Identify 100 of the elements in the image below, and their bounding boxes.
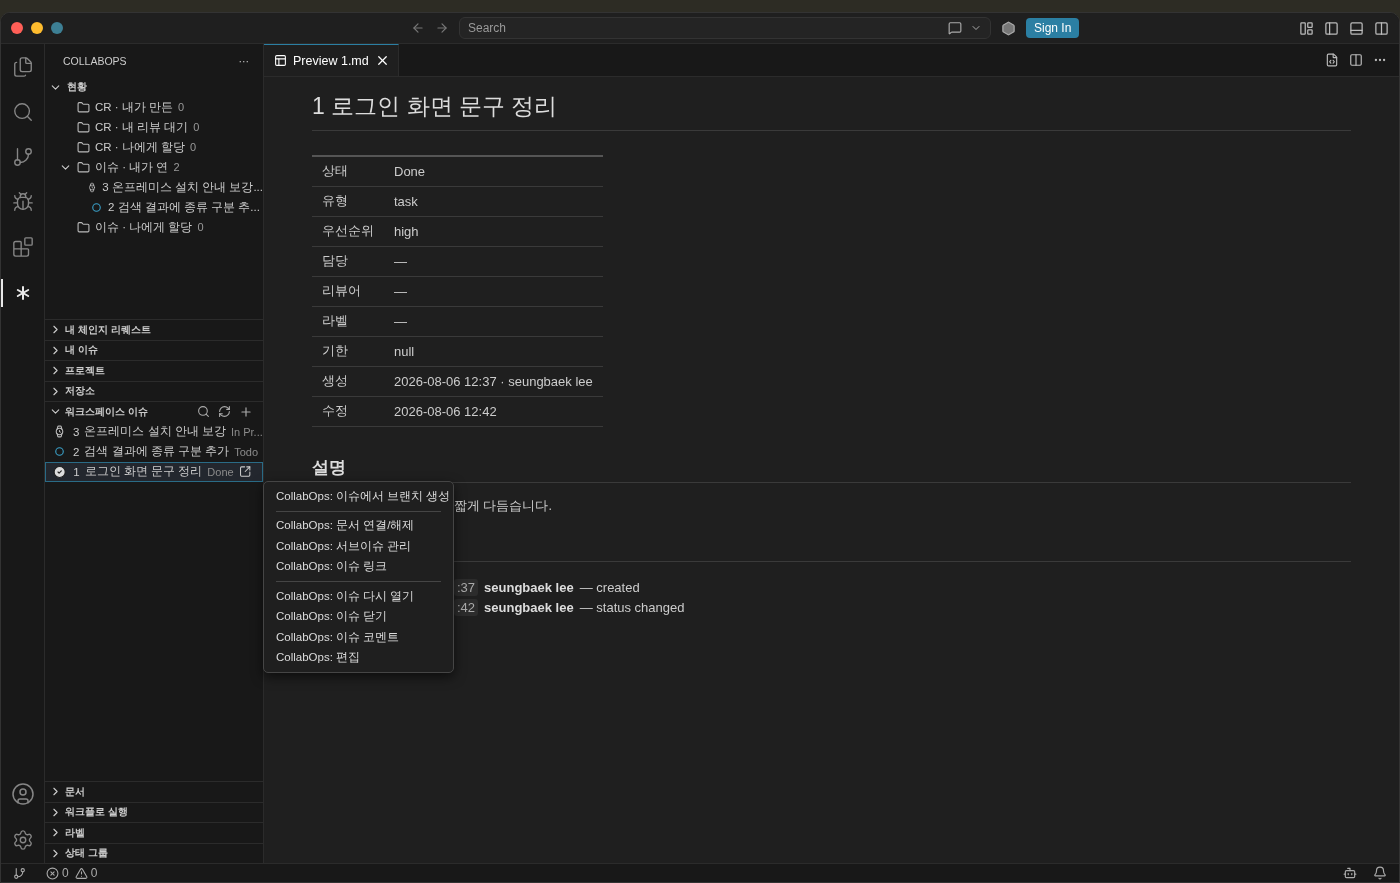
property-label: 우선순위: [312, 216, 384, 246]
folder-icon: [77, 160, 90, 174]
tree-item-label[interactable]: 현황: [67, 80, 87, 94]
tree-item-label[interactable]: CR · 내 리뷰 대기: [95, 119, 189, 135]
bell-icon[interactable]: [1373, 866, 1388, 880]
item-count: 0: [197, 221, 204, 233]
source-icon[interactable]: [1325, 53, 1339, 67]
check-circle-icon: [53, 464, 67, 479]
panel-bottom-icon[interactable]: [1349, 20, 1364, 36]
circle-icon: [55, 447, 64, 456]
tree-item-label[interactable]: 2 검색 결과에 종류 구분 추...: [108, 199, 260, 215]
item-count: 0: [193, 121, 200, 133]
tree-item-label[interactable]: 이슈 · 내가 연: [95, 159, 169, 175]
menu-item[interactable]: CollabOps: 편집: [264, 647, 453, 668]
extensions-icon[interactable]: [11, 236, 34, 258]
circle-icon: [92, 202, 101, 212]
property-value: 2026-08-06 12:37 · seungbaek lee: [384, 366, 603, 396]
back-icon[interactable]: [411, 21, 425, 35]
close-dot[interactable]: [11, 22, 23, 34]
folder-icon: [77, 220, 90, 234]
layout-icon[interactable]: [1299, 20, 1314, 36]
panel-right-icon[interactable]: [1374, 20, 1389, 36]
forward-icon[interactable]: [435, 21, 449, 35]
property-value: 2026-08-06 12:42: [384, 396, 603, 426]
error-count: 0: [62, 866, 69, 880]
description-text: 짧게 다듬습니다.: [454, 497, 553, 515]
issue-row[interactable]: 1 로그인 화면 문구 정리 Done: [45, 461, 263, 482]
tree-item-label[interactable]: CR · 내가 만든: [95, 99, 174, 115]
search-icon[interactable]: [11, 101, 34, 123]
property-value: Done: [384, 156, 603, 186]
section-header[interactable]: 저장소: [45, 380, 263, 401]
warning-count: 0: [90, 866, 98, 880]
menu-item[interactable]: CollabOps: 이슈에서 브랜치 생성: [264, 486, 453, 507]
search-field[interactable]: Search: [459, 17, 991, 39]
add-icon[interactable]: [239, 404, 253, 419]
property-value: high: [384, 216, 603, 246]
split-icon[interactable]: [1349, 53, 1363, 67]
property-label: 리뷰어: [312, 276, 384, 306]
property-label: 수정: [312, 396, 384, 426]
section-header[interactable]: 워크스페이스 이슈: [45, 401, 263, 422]
chat-icon[interactable]: [948, 21, 962, 35]
issue-row[interactable]: 2 검색 결과에 종류 구분 추가 Todo: [45, 441, 263, 462]
activity-text: — created: [579, 579, 640, 595]
tree-item-label[interactable]: CR · 나에게 할당: [95, 139, 186, 155]
tree-item-label[interactable]: 3 온프레미스 설치 안내 보강...: [102, 179, 263, 195]
sign-in-button[interactable]: Sign In: [1026, 18, 1080, 38]
folder-icon: [77, 140, 90, 154]
menu-item[interactable]: CollabOps: 서브이슈 관리: [264, 536, 453, 557]
author-name: seungbaek lee: [484, 579, 574, 595]
item-count: 2: [173, 161, 180, 173]
property-label: 라벨: [312, 306, 384, 336]
time-chip: :42: [454, 598, 479, 616]
menu-item[interactable]: CollabOps: 문서 연결/해제: [264, 515, 453, 536]
search-icon[interactable]: [197, 404, 210, 418]
menu-item[interactable]: CollabOps: 이슈 코멘트: [264, 627, 453, 648]
warning-icon: [74, 866, 88, 880]
settings-icon[interactable]: [11, 829, 34, 851]
property-label: 기한: [312, 336, 384, 366]
section-header[interactable]: 라벨: [45, 822, 263, 843]
menu-item[interactable]: CollabOps: 이슈 닫기: [264, 606, 453, 627]
tree-item-label[interactable]: 이슈 · 나에게 할당: [95, 219, 193, 235]
property-value: null: [384, 336, 603, 366]
more-button[interactable]: ···: [238, 54, 249, 67]
menu-item[interactable]: CollabOps: 이슈 링크: [264, 556, 453, 577]
property-value: —: [384, 306, 603, 336]
error-icon: [46, 866, 59, 880]
property-label: 상태: [312, 156, 384, 186]
watch-icon: [87, 180, 98, 194]
item-count: 0: [178, 101, 185, 113]
property-label: 생성: [312, 366, 384, 396]
issue-row[interactable]: 3 온프레미스 설치 안내 보강 In Pr...: [45, 421, 263, 442]
preview-icon: [274, 54, 287, 67]
folder-icon: [77, 100, 90, 114]
editor-tab[interactable]: Preview 1.md: [264, 44, 399, 76]
author-name: seungbaek lee: [484, 599, 574, 615]
bug-icon[interactable]: [11, 191, 34, 213]
property-value: task: [384, 186, 603, 216]
panel-left-icon[interactable]: [1324, 20, 1339, 36]
item-count: 0: [190, 141, 197, 153]
open-external-icon[interactable]: [238, 465, 251, 478]
refresh-icon[interactable]: [218, 404, 231, 418]
section-header[interactable]: 문서: [45, 781, 263, 802]
activity-text: — status changed: [579, 599, 685, 615]
property-value: —: [384, 276, 603, 306]
menu-item[interactable]: CollabOps: 이슈 다시 열기: [264, 586, 453, 607]
zoom-dot[interactable]: [51, 22, 63, 34]
property-label: 유형: [312, 186, 384, 216]
section-header[interactable]: 워크플로 실행: [45, 801, 263, 822]
property-label: 담당: [312, 246, 384, 276]
watch-icon: [53, 425, 66, 438]
section-header[interactable]: 프로젝트: [45, 360, 263, 381]
section-header[interactable]: 내 이슈: [45, 339, 263, 360]
branch-icon[interactable]: [11, 146, 34, 168]
section-header[interactable]: 내 체인지 리퀘스트: [45, 319, 263, 340]
property-value: —: [384, 246, 603, 276]
minimize-dot[interactable]: [31, 22, 43, 34]
files-icon[interactable]: [11, 56, 34, 78]
sidebar-title: COLLABOPS: [63, 54, 127, 67]
folder-icon: [77, 120, 90, 134]
time-chip: :37: [454, 578, 479, 596]
